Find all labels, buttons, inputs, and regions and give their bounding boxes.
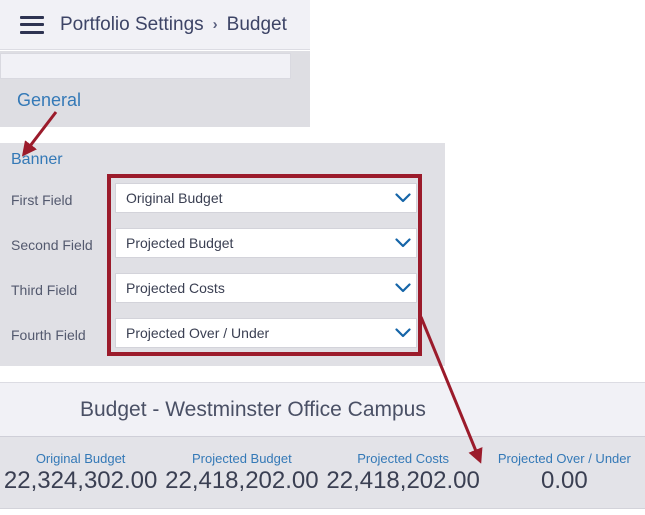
preview-cell-projected-over-under: Projected Over / Under 0.00 — [484, 437, 645, 508]
label-first-field: First Field — [11, 192, 73, 208]
label-fourth-field: Fourth Field — [11, 327, 86, 343]
preview-cell-value: 22,418,202.00 — [326, 466, 480, 494]
preview-cell-projected-budget: Projected Budget 22,418,202.00 — [161, 437, 322, 508]
select-third-field-value: Projected Costs — [126, 280, 225, 296]
select-fourth-field[interactable]: Projected Over / Under — [115, 318, 417, 348]
breadcrumb: Portfolio Settings › Budget — [60, 14, 287, 36]
select-first-field-value: Original Budget — [126, 190, 223, 206]
label-third-field: Third Field — [11, 282, 78, 298]
tab-general[interactable]: General — [17, 90, 81, 111]
preview-cell-original-budget: Original Budget 22,324,302.00 — [0, 437, 161, 508]
chevron-down-icon[interactable] — [390, 283, 416, 293]
app-header: Portfolio Settings › Budget — [0, 0, 310, 50]
preview-cell-value: 0.00 — [541, 466, 588, 494]
breadcrumb-separator-icon: › — [212, 16, 218, 33]
preview-cell-label: Projected Costs — [357, 450, 449, 466]
hamburger-bar — [20, 30, 44, 34]
preview-cell-projected-costs: Projected Costs 22,418,202.00 — [323, 437, 484, 508]
preview-cell-label: Projected Over / Under — [497, 450, 631, 466]
app-root: Portfolio Settings › Budget General Bann… — [0, 0, 645, 515]
preview-cell-value: 22,418,202.00 — [165, 466, 319, 494]
breadcrumb-item-portfolio-settings[interactable]: Portfolio Settings — [60, 14, 204, 36]
section-title-banner: Banner — [11, 151, 63, 168]
preview-cell-label: Projected Budget — [192, 450, 292, 466]
preview-cell-value: 22,324,302.00 — [3, 466, 158, 494]
select-fourth-field-value: Projected Over / Under — [126, 325, 270, 341]
select-second-field-value: Projected Budget — [126, 235, 234, 251]
toolbar-input[interactable] — [0, 53, 291, 79]
chevron-down-icon[interactable] — [390, 328, 416, 338]
hamburger-bar — [20, 23, 44, 26]
preview-title: Budget - Westminster Office Campus — [80, 397, 426, 421]
preview-values-row: Original Budget 22,324,302.00 Projected … — [0, 437, 645, 509]
select-second-field[interactable]: Projected Budget — [115, 228, 417, 258]
select-third-field[interactable]: Projected Costs — [115, 273, 417, 303]
select-first-field[interactable]: Original Budget — [115, 183, 417, 213]
preview-cell-label: Original Budget — [35, 450, 126, 466]
preview-title-bar: Budget - Westminster Office Campus — [0, 382, 645, 437]
chevron-down-icon[interactable] — [390, 193, 416, 203]
hamburger-icon[interactable] — [20, 15, 44, 34]
label-second-field: Second Field — [11, 237, 93, 253]
breadcrumb-item-budget[interactable]: Budget — [227, 14, 287, 36]
chevron-down-icon[interactable] — [390, 238, 416, 248]
hamburger-bar — [20, 15, 44, 19]
